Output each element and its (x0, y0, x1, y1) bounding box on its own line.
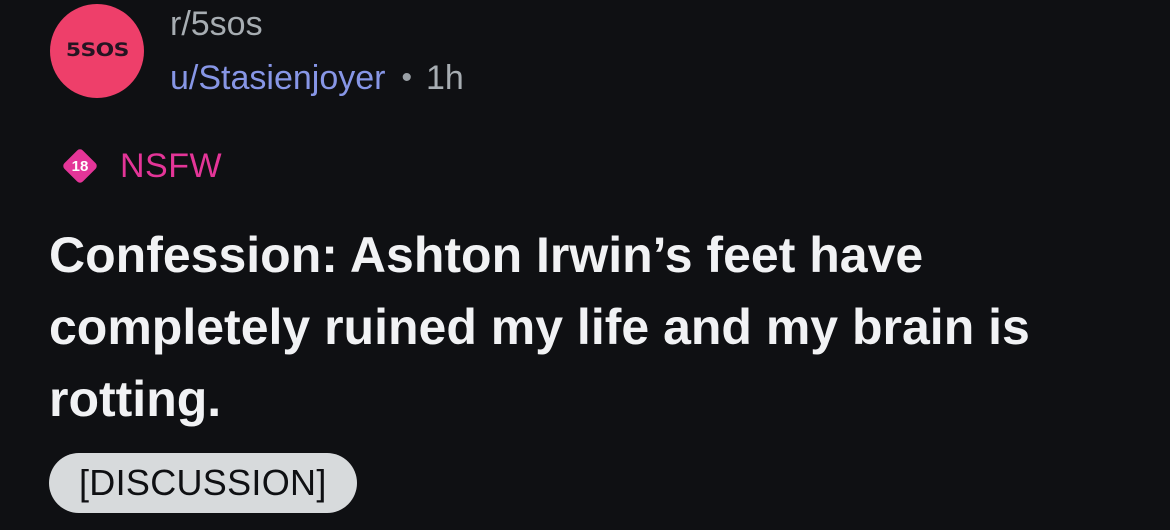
subreddit-avatar-text: 5SOS (65, 39, 130, 61)
post-title[interactable]: Confession: Ashton Irwin’s feet have com… (49, 219, 1139, 435)
post-flair[interactable]: [DISCUSSION] (49, 453, 357, 513)
subreddit-name-link[interactable]: r/5sos (170, 4, 263, 44)
reddit-post: 5SOS r/5sos u/Stasienjoyer • 1h 18 NSFW … (0, 0, 1170, 530)
post-meta: u/Stasienjoyer • 1h (170, 57, 464, 99)
nsfw-tag: 18 NSFW (60, 144, 222, 188)
nsfw-badge-number: 18 (71, 157, 89, 175)
nsfw-label: NSFW (120, 147, 223, 185)
nsfw-diamond-icon: 18 (60, 146, 100, 186)
post-timestamp: 1h (425, 59, 464, 97)
meta-separator: • (401, 61, 412, 94)
subreddit-avatar[interactable]: 5SOS (50, 4, 144, 98)
author-link[interactable]: u/Stasienjoyer (170, 58, 385, 98)
